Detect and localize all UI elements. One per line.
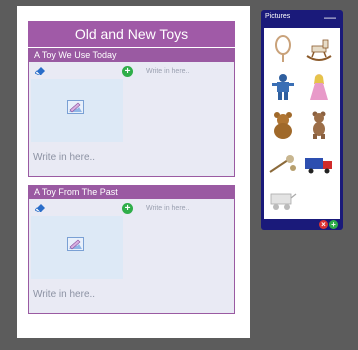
eraser-icon[interactable]: [35, 65, 46, 75]
card-header: A Toy From The Past: [29, 186, 234, 199]
description-field[interactable]: Write in here..: [146, 205, 189, 212]
description-field[interactable]: Write in here..: [146, 68, 189, 75]
rocking-horse-picture[interactable]: [304, 34, 334, 64]
toy-past-card: A Toy From The Past + Write in here.. Wr…: [28, 185, 235, 314]
caption-field[interactable]: Write in here..: [33, 289, 95, 300]
toy-today-card: A Toy We Use Today + Write in here.. Wri…: [28, 48, 235, 177]
spinning-top-picture[interactable]: [268, 148, 298, 178]
rattle-picture[interactable]: [268, 34, 298, 64]
image-icon: [67, 237, 84, 251]
toy-truck-picture[interactable]: [304, 148, 334, 178]
robot-picture[interactable]: [268, 72, 298, 102]
image-icon: [67, 100, 84, 114]
add-picture-button[interactable]: +: [329, 220, 338, 229]
image-drop-zone[interactable]: [31, 216, 123, 279]
teddy-bear-old-picture[interactable]: [304, 110, 334, 140]
remove-picture-button[interactable]: ×: [319, 220, 328, 229]
worksheet: Old and New Toys A Toy We Use Today + Wr…: [17, 6, 250, 338]
pictures-grid: [264, 28, 340, 219]
doll-picture[interactable]: [304, 72, 334, 102]
panel-title: Pictures: [265, 13, 291, 20]
minimize-button[interactable]: —: [324, 11, 336, 23]
add-image-button[interactable]: +: [122, 66, 133, 77]
pictures-panel: Pictures — × +: [261, 10, 343, 230]
worksheet-title: Old and New Toys: [28, 21, 235, 47]
toy-cart-picture[interactable]: [268, 186, 298, 216]
teddy-bear-picture[interactable]: [268, 110, 298, 140]
add-image-button[interactable]: +: [122, 203, 133, 214]
card-header: A Toy We Use Today: [29, 49, 234, 62]
image-drop-zone[interactable]: [31, 79, 123, 142]
eraser-icon[interactable]: [35, 202, 46, 212]
caption-field[interactable]: Write in here..: [33, 152, 95, 163]
